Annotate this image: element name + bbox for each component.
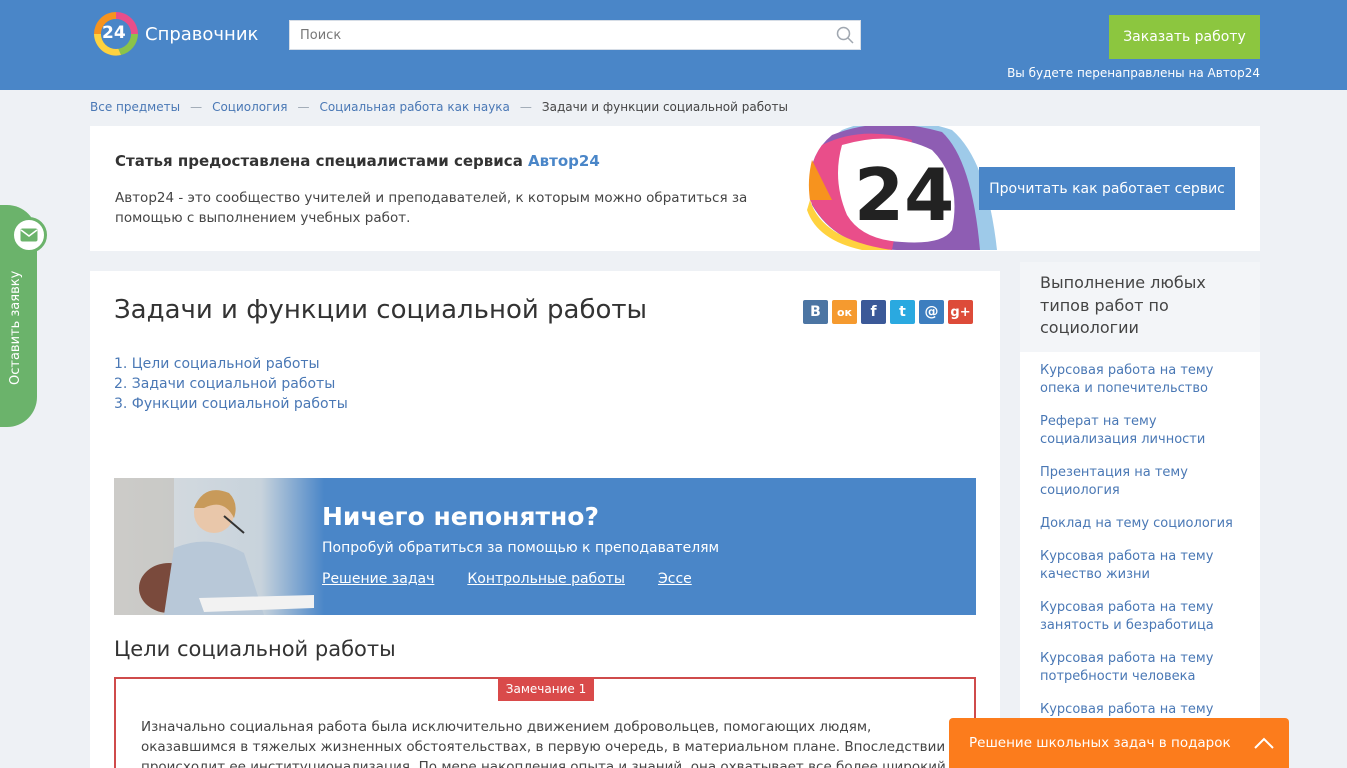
breadcrumb-separator: —	[297, 100, 310, 114]
google-plus-share-icon[interactable]: g+	[948, 300, 973, 324]
breadcrumb-all-subjects[interactable]: Все предметы	[90, 100, 180, 114]
sidebar-links: Курсовая работа на тему опека и попечите…	[1020, 352, 1260, 768]
popup-text: Решение школьных задач в подарок	[969, 735, 1231, 751]
share-buttons: В ок f t @ g+	[803, 300, 973, 324]
logo[interactable]: 24 Справочник	[91, 10, 258, 58]
page-title: Задачи и функции социальной работы	[114, 295, 648, 325]
promo-title-text: Статья предоставлена специалистами серви…	[115, 152, 529, 170]
author24-promo-card: Статья предоставлена специалистами серви…	[90, 126, 1260, 251]
logo-text: Справочник	[145, 23, 259, 45]
order-work-button[interactable]: Заказать работу	[1109, 15, 1260, 59]
breadcrumb-sociology[interactable]: Социология	[212, 100, 287, 114]
sidebar-link[interactable]: Курсовая работа на тему опека и попечите…	[1040, 362, 1240, 398]
breadcrumb-separator: —	[190, 100, 203, 114]
table-of-contents: 1. Цели социальной работы 2. Задачи соци…	[114, 354, 348, 414]
sidebar-link[interactable]: Курсовая работа на тему потребности чело…	[1040, 650, 1240, 686]
school-tasks-gift-popup[interactable]: Решение школьных задач в подарок	[949, 718, 1289, 768]
note-badge: Замечание 1	[498, 677, 594, 701]
sidebar-link[interactable]: Курсовая работа на тему качество жизни	[1040, 548, 1240, 584]
promo-brand-link[interactable]: Автор24	[528, 152, 600, 170]
leave-request-label[interactable]: Оставить заявку	[8, 271, 23, 385]
banner-subtitle: Попробуй обратиться за помощью к препода…	[322, 540, 720, 556]
promo-title: Статья предоставлена специалистами серви…	[115, 152, 600, 170]
sidebar-link[interactable]: Презентация на тему социология	[1040, 464, 1240, 500]
section-title: Цели социальной работы	[114, 637, 396, 661]
banner-link-essay[interactable]: Эссе	[658, 571, 692, 587]
site-header: 24 Справочник Заказать работу Вы будете …	[0, 0, 1347, 90]
search-icon[interactable]	[830, 21, 860, 49]
chevron-up-icon[interactable]	[1239, 718, 1289, 768]
banner-link-problem-solving[interactable]: Решение задач	[322, 571, 434, 587]
banner-link-tests[interactable]: Контрольные работы	[467, 571, 625, 587]
twitter-share-icon[interactable]: t	[890, 300, 915, 324]
article: Задачи и функции социальной работы В ок …	[90, 271, 1000, 768]
facebook-share-icon[interactable]: f	[861, 300, 886, 324]
sidebar-link[interactable]: Реферат на тему социализация личности	[1040, 413, 1240, 449]
read-how-service-works-button[interactable]: Прочитать как работает сервис	[979, 167, 1235, 210]
vk-share-icon[interactable]: В	[803, 300, 828, 324]
search-input[interactable]	[290, 21, 830, 49]
author24-logo-icon: 24	[802, 126, 1002, 251]
ok-share-icon[interactable]: ок	[832, 300, 857, 324]
toc-item[interactable]: 2. Задачи социальной работы	[114, 374, 348, 394]
breadcrumb: Все предметы — Социология — Социальная р…	[90, 100, 788, 114]
breadcrumb-separator: —	[519, 100, 532, 114]
breadcrumb-current: Задачи и функции социальной работы	[541, 100, 788, 114]
student-photo	[114, 478, 324, 615]
help-banner: Ничего непонятно? Попробуй обратиться за…	[114, 478, 976, 615]
sidebar-link[interactable]: Курсовая работа на тему занятость и безр…	[1040, 599, 1240, 635]
sidebar-link[interactable]: Доклад на тему социология	[1040, 515, 1240, 533]
toc-item[interactable]: 3. Функции социальной работы	[114, 394, 348, 414]
banner-title: Ничего непонятно?	[322, 502, 599, 531]
sidebar: Выполнение любых типов работ по социолог…	[1020, 262, 1260, 768]
sidebar-title: Выполнение любых типов работ по социолог…	[1020, 262, 1260, 352]
note-text: Изначально социальная работа была исключ…	[141, 719, 946, 768]
mail-share-icon[interactable]: @	[919, 300, 944, 324]
breadcrumb-social-work[interactable]: Социальная работа как наука	[319, 100, 509, 114]
envelope-icon[interactable]	[11, 217, 47, 253]
logo-24-icon: 24	[91, 10, 141, 58]
banner-links: Решение задач Контрольные работы Эссе	[322, 571, 692, 587]
promo-description: Автор24 - это сообщество учителей и преп…	[115, 190, 748, 226]
search-box	[289, 20, 861, 50]
logo-number: 24	[102, 23, 126, 43]
promo-logo-number: 24	[854, 153, 954, 237]
note-box: Замечание 1 Изначально социальная работа…	[114, 677, 976, 768]
toc-item[interactable]: 1. Цели социальной работы	[114, 354, 348, 374]
sidebar-link[interactable]: Курсовая работа на тему	[1040, 701, 1240, 719]
redirect-note: Вы будете перенаправлены на Автор24	[1007, 66, 1260, 80]
